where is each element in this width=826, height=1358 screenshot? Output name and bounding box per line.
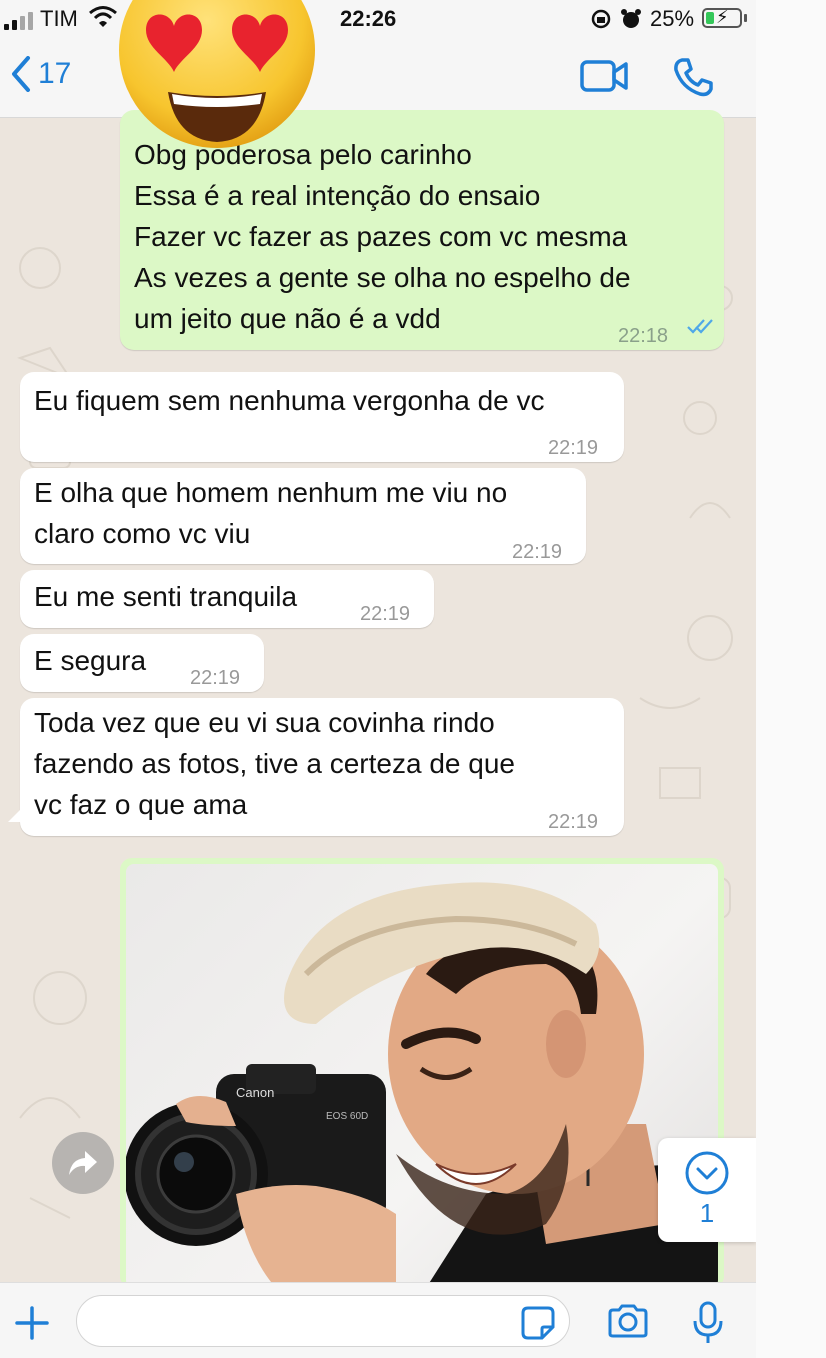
- wifi-icon: [89, 6, 117, 27]
- chevron-left-icon: [12, 56, 30, 92]
- double-check-read-icon: [687, 319, 713, 334]
- signal-icon: [4, 12, 33, 30]
- battery-tip: [744, 14, 747, 22]
- orientation-lock-icon: [591, 9, 611, 29]
- charging-bolt-icon: ⚡: [716, 7, 729, 27]
- message-time: 22:19: [190, 667, 241, 689]
- message-bubble-incoming[interactable]: Eu me senti tranquila 22:19: [20, 570, 434, 628]
- photo-illustration: Canon EOS 60D: [126, 882, 718, 1288]
- chevron-down-circle-icon: [685, 1151, 729, 1195]
- battery-fill: [706, 12, 714, 24]
- plus-icon[interactable]: [14, 1305, 50, 1341]
- screenshot-margin: [756, 0, 826, 1358]
- forward-arrow-icon: [69, 1151, 97, 1175]
- chat-screen: TIM 22:26 25% ⚡ 17 Obg poderosa pelo car…: [0, 0, 756, 1358]
- message-bubble-incoming[interactable]: E olha que homem nenhum me viu no claro …: [20, 468, 586, 564]
- camera-brand: Canon: [236, 1085, 274, 1100]
- bubble-tail: [8, 808, 22, 822]
- phone-icon[interactable]: [672, 56, 714, 98]
- unread-chats-count: 17: [38, 57, 72, 90]
- heart-eyes-emoji: [119, 0, 315, 148]
- microphone-icon[interactable]: [692, 1301, 724, 1345]
- message-input-bar: [0, 1282, 756, 1358]
- status-time: 22:26: [340, 6, 397, 31]
- alarm-icon: [621, 9, 641, 28]
- chat-header: 17: [0, 40, 756, 118]
- message-time: 22:19: [548, 811, 599, 833]
- camera-model: EOS 60D: [326, 1111, 368, 1122]
- message-time: 22:19: [512, 541, 563, 563]
- message-text: Obg poderosa pelo carinho Essa é a real …: [134, 139, 631, 334]
- message-text: E olha que homem nenhum me viu no claro …: [34, 477, 508, 549]
- camera-icon[interactable]: [606, 1303, 650, 1339]
- message-time: 22:18: [618, 325, 669, 347]
- unread-count: 1: [699, 1198, 715, 1228]
- scroll-to-bottom-button[interactable]: 1: [658, 1138, 756, 1242]
- status-bar: TIM 22:26 25% ⚡: [0, 0, 756, 40]
- message-text: E segura: [34, 645, 147, 676]
- message-bubble-incoming[interactable]: E segura 22:19: [20, 634, 264, 692]
- message-time: 22:19: [548, 437, 599, 459]
- message-input[interactable]: [76, 1295, 570, 1347]
- sticker-icon[interactable]: [520, 1305, 556, 1341]
- image-message[interactable]: Canon EOS 60D: [120, 858, 724, 1288]
- battery-charging-icon: ⚡: [702, 7, 742, 28]
- carrier-name: TIM: [40, 6, 78, 31]
- battery-percent: 25%: [650, 6, 695, 31]
- message-bubble-incoming[interactable]: Toda vez que eu vi sua covinha rindo faz…: [8, 698, 624, 836]
- message-text: Toda vez que eu vi sua covinha rindo faz…: [34, 707, 515, 820]
- message-time: 22:19: [360, 603, 411, 625]
- photo-photographer-with-camera[interactable]: Canon EOS 60D: [126, 864, 718, 1288]
- message-text: Eu me senti tranquila: [34, 581, 298, 612]
- forward-button[interactable]: [52, 1132, 114, 1194]
- back-button[interactable]: 17: [10, 56, 71, 92]
- video-call-icon[interactable]: [580, 58, 630, 94]
- message-bubble-incoming[interactable]: Eu fiquem sem nenhuma vergonha de vc 22:…: [20, 372, 624, 462]
- message-text: Eu fiquem sem nenhuma vergonha de vc: [34, 385, 545, 416]
